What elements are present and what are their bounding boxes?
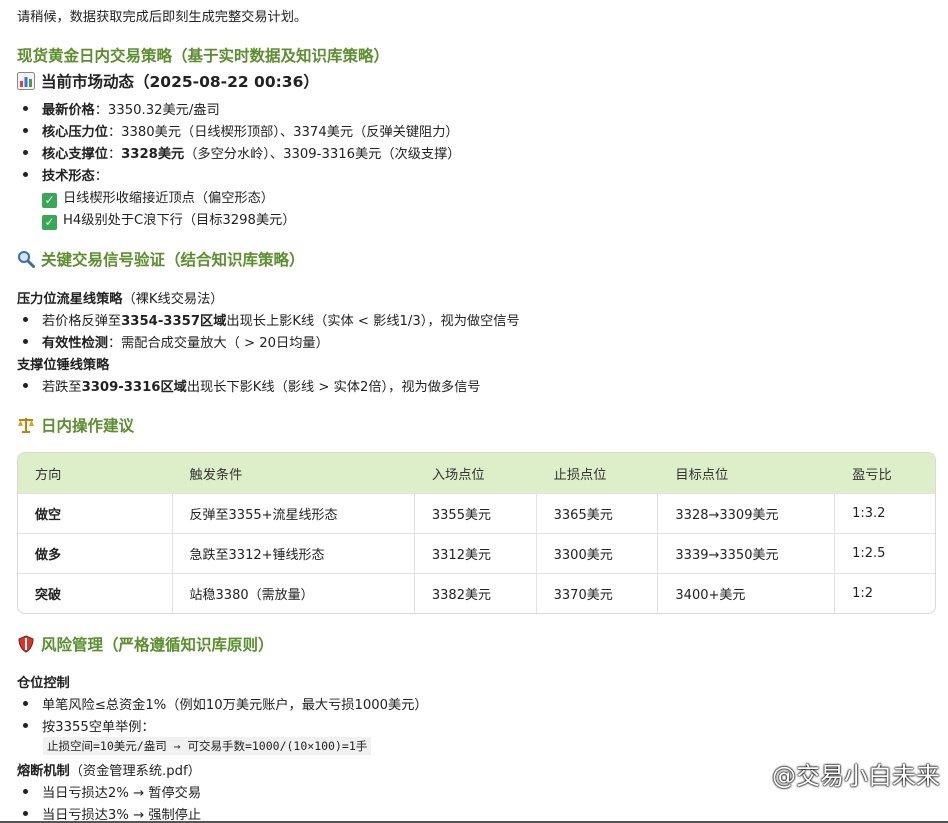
table-cell: 反弹至3355+流星线形态 <box>172 493 415 533</box>
bullet <box>23 339 28 344</box>
check-item: ✓ 日线楔形收缩接近顶点（偏空形态） <box>42 187 274 208</box>
table-cell: 3382美元 <box>414 573 537 613</box>
item-label: 核心支撑位 <box>42 147 108 162</box>
list-item: 按3355空单举例： <box>42 720 155 735</box>
item-text: 出现长上影K线（实体 < 影线1/3），视为做空信号 <box>226 314 520 329</box>
table-cell: 1:2.5 <box>835 533 935 573</box>
subheading-shooting-star: 压力位流星线策略（裸K线交易法） <box>17 288 223 307</box>
column-header: 目标点位 <box>658 453 836 493</box>
item-strong: 3354-3357区域 <box>121 314 227 329</box>
list-item-price: 最新价格：3350.32美元/盎司 <box>42 99 220 118</box>
ops-table: 方向 触发条件 入场点位 止损点位 目标点位 盈亏比 做空 反弹至3355+流星… <box>17 452 936 614</box>
item-text: （多空分水岭）、3309-3316美元（次级支撑） <box>184 147 461 162</box>
item-text: ： <box>107 147 122 162</box>
item-label: 技术形态 <box>42 169 95 184</box>
code-snippet: 止损空间=10美元/盎司 → 可交易手数=1000/(10×100)=1手 <box>43 737 372 755</box>
table-row: 做多 急跌至3312+锤线形态 3312美元 3300美元 3339→3350美… <box>18 533 935 573</box>
list-item-support: 核心支撑位：3328美元（多空分水岭）、3309-3316美元（次级支撑） <box>42 143 461 162</box>
list-item: 当日亏损达2% → 暂停交易 <box>42 786 202 801</box>
table-cell: 1:2 <box>835 573 935 613</box>
watermark: @交易小白未来 <box>772 762 940 790</box>
table-cell: 做多 <box>18 533 173 573</box>
subheading-position: 仓位控制 <box>17 676 70 691</box>
column-header: 入场点位 <box>414 453 537 493</box>
table-cell: 3312美元 <box>414 533 537 573</box>
table-cell: 3400+美元 <box>658 573 836 613</box>
table-row: 做空 反弹至3355+流星线形态 3355美元 3365美元 3328→3309… <box>18 493 935 533</box>
table-cell: 3328→3309美元 <box>658 493 836 533</box>
code-text: 止损空间=10美元/盎司 → 可交易手数=1000/(10×100)=1手 <box>43 737 372 755</box>
bullet <box>23 701 28 706</box>
table-cell: 突破 <box>18 573 173 613</box>
sub-note: （资金管理系统.pdf） <box>69 764 201 779</box>
table-cell: 1:3.2 <box>835 493 935 533</box>
table-cell: 急跌至3312+锤线形态 <box>172 533 415 573</box>
table-cell: 站稳3380（需放量） <box>172 573 415 613</box>
table-cell: 做空 <box>18 493 173 533</box>
market-heading: 当前市场动态（2025-08-22 00:36） <box>17 70 319 92</box>
list-item-pattern: 技术形态： <box>42 165 108 184</box>
bullet <box>23 383 28 388</box>
column-header: 触发条件 <box>172 453 415 493</box>
item-text: 若跌至 <box>42 380 82 395</box>
subheading-breaker: 熔断机制（资金管理系统.pdf） <box>17 760 201 779</box>
signals-heading: 关键交易信号验证（结合知识库策略） <box>17 248 305 270</box>
bullet <box>23 106 28 111</box>
list-item: 若跌至3309-3316区域出现长下影K线（影线 > 实体2倍），视为做多信号 <box>42 376 480 395</box>
check-item: ✓ H4级别处于C浪下行（目标3298美元） <box>42 209 296 230</box>
table-cell: 3355美元 <box>414 493 537 533</box>
item-text: ：3380美元（日线楔形顶部）、3374美元（反弹关键阻力） <box>107 125 459 140</box>
bullet <box>23 172 28 177</box>
item-text: 出现长下影K线（影线 > 实体2倍），视为做多信号 <box>186 380 481 395</box>
risk-heading-text: 风险管理（严格遵循知识库原则） <box>41 636 274 654</box>
check-text: H4级别处于C浪下行（目标3298美元） <box>63 213 296 228</box>
bullet <box>23 789 28 794</box>
sub-label: 压力位流星线策略 <box>17 292 123 307</box>
sub-label: 熔断机制 <box>17 764 70 779</box>
balance-scale-icon <box>18 418 34 433</box>
market-heading-text: 当前市场动态（2025-08-22 00:36） <box>41 73 319 91</box>
item-strong: 3328美元 <box>121 147 185 162</box>
item-text: ： <box>94 169 108 184</box>
intro-text: 请稍候，数据获取完成后即刻生成完整交易计划。 <box>17 10 308 25</box>
table-cell: 3370美元 <box>536 573 659 613</box>
page-title: 现货黄金日内交易策略（基于实时数据及知识库策略） <box>17 47 390 65</box>
item-label: 有效性检测 <box>42 336 108 351</box>
item-strong: 3309-3316区域 <box>81 380 187 395</box>
ops-heading: 日内操作建议 <box>17 414 134 436</box>
risk-heading: 风险管理（严格遵循知识库原则） <box>17 633 274 655</box>
bullet <box>23 811 28 816</box>
table-header-row: 方向 触发条件 入场点位 止损点位 目标点位 盈亏比 <box>18 453 935 493</box>
checkmark-icon: ✓ <box>42 215 57 230</box>
checkmark-icon: ✓ <box>42 193 57 208</box>
column-header: 止损点位 <box>536 453 659 493</box>
table-cell: 3300美元 <box>536 533 659 573</box>
ops-heading-text: 日内操作建议 <box>41 417 135 435</box>
bar-chart-icon <box>17 72 35 90</box>
bullet <box>23 150 28 155</box>
list-item: 有效性检测：需配合成交量放大（ > 20日均量） <box>42 332 329 351</box>
shield-icon <box>18 635 34 653</box>
bullet <box>23 128 28 133</box>
list-item: 若价格反弹至3354-3357区域出现长上影K线（实体 < 影线1/3），视为做… <box>42 310 520 329</box>
item-label: 最新价格 <box>42 103 95 118</box>
list-item: 单笔风险≤总资金1%（例如10万美元账户，最大亏损1000美元） <box>42 698 428 713</box>
signals-heading-text: 关键交易信号验证（结合知识库策略） <box>41 251 305 269</box>
table-cell: 3365美元 <box>536 493 659 533</box>
list-item-resistance: 核心压力位：3380美元（日线楔形顶部）、3374美元（反弹关键阻力） <box>42 121 459 140</box>
column-header: 方向 <box>18 453 173 493</box>
table-row: 突破 站稳3380（需放量） 3382美元 3370美元 3400+美元 1:2 <box>18 573 935 613</box>
item-text: ：需配合成交量放大（ > 20日均量） <box>107 336 329 351</box>
sub-note: （裸K线交易法） <box>122 292 224 307</box>
table-cell: 3339→3350美元 <box>658 533 836 573</box>
item-text: 若价格反弹至 <box>42 314 122 329</box>
bullet <box>23 317 28 322</box>
bullet <box>23 723 28 728</box>
subheading-hammer: 支撑位锤线策略 <box>17 358 110 373</box>
check-text: 日线楔形收缩接近顶点（偏空形态） <box>63 191 274 206</box>
item-text: ：3350.32美元/盎司 <box>94 103 220 118</box>
magnifier-icon <box>18 251 35 268</box>
item-label: 核心压力位 <box>42 125 108 140</box>
column-header: 盈亏比 <box>835 453 935 493</box>
